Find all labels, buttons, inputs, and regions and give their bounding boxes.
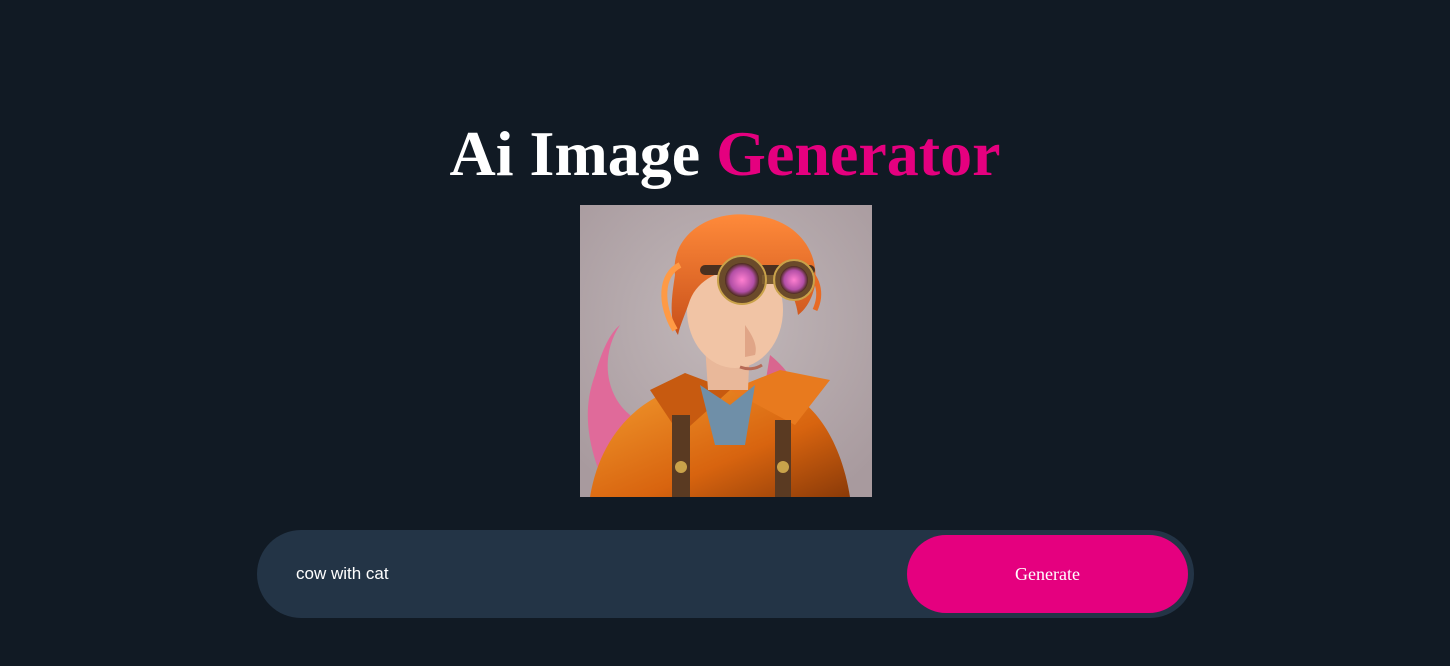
- prompt-bar: Generate: [257, 530, 1194, 618]
- title-plain: Ai Image: [449, 117, 701, 189]
- generated-image-artwork: [580, 205, 872, 497]
- generated-image: [580, 205, 872, 497]
- generate-button[interactable]: Generate: [907, 535, 1188, 613]
- title-accent: Generator: [716, 117, 1001, 189]
- page-title: Ai Image Generator: [0, 115, 1450, 193]
- prompt-input[interactable]: [296, 552, 896, 596]
